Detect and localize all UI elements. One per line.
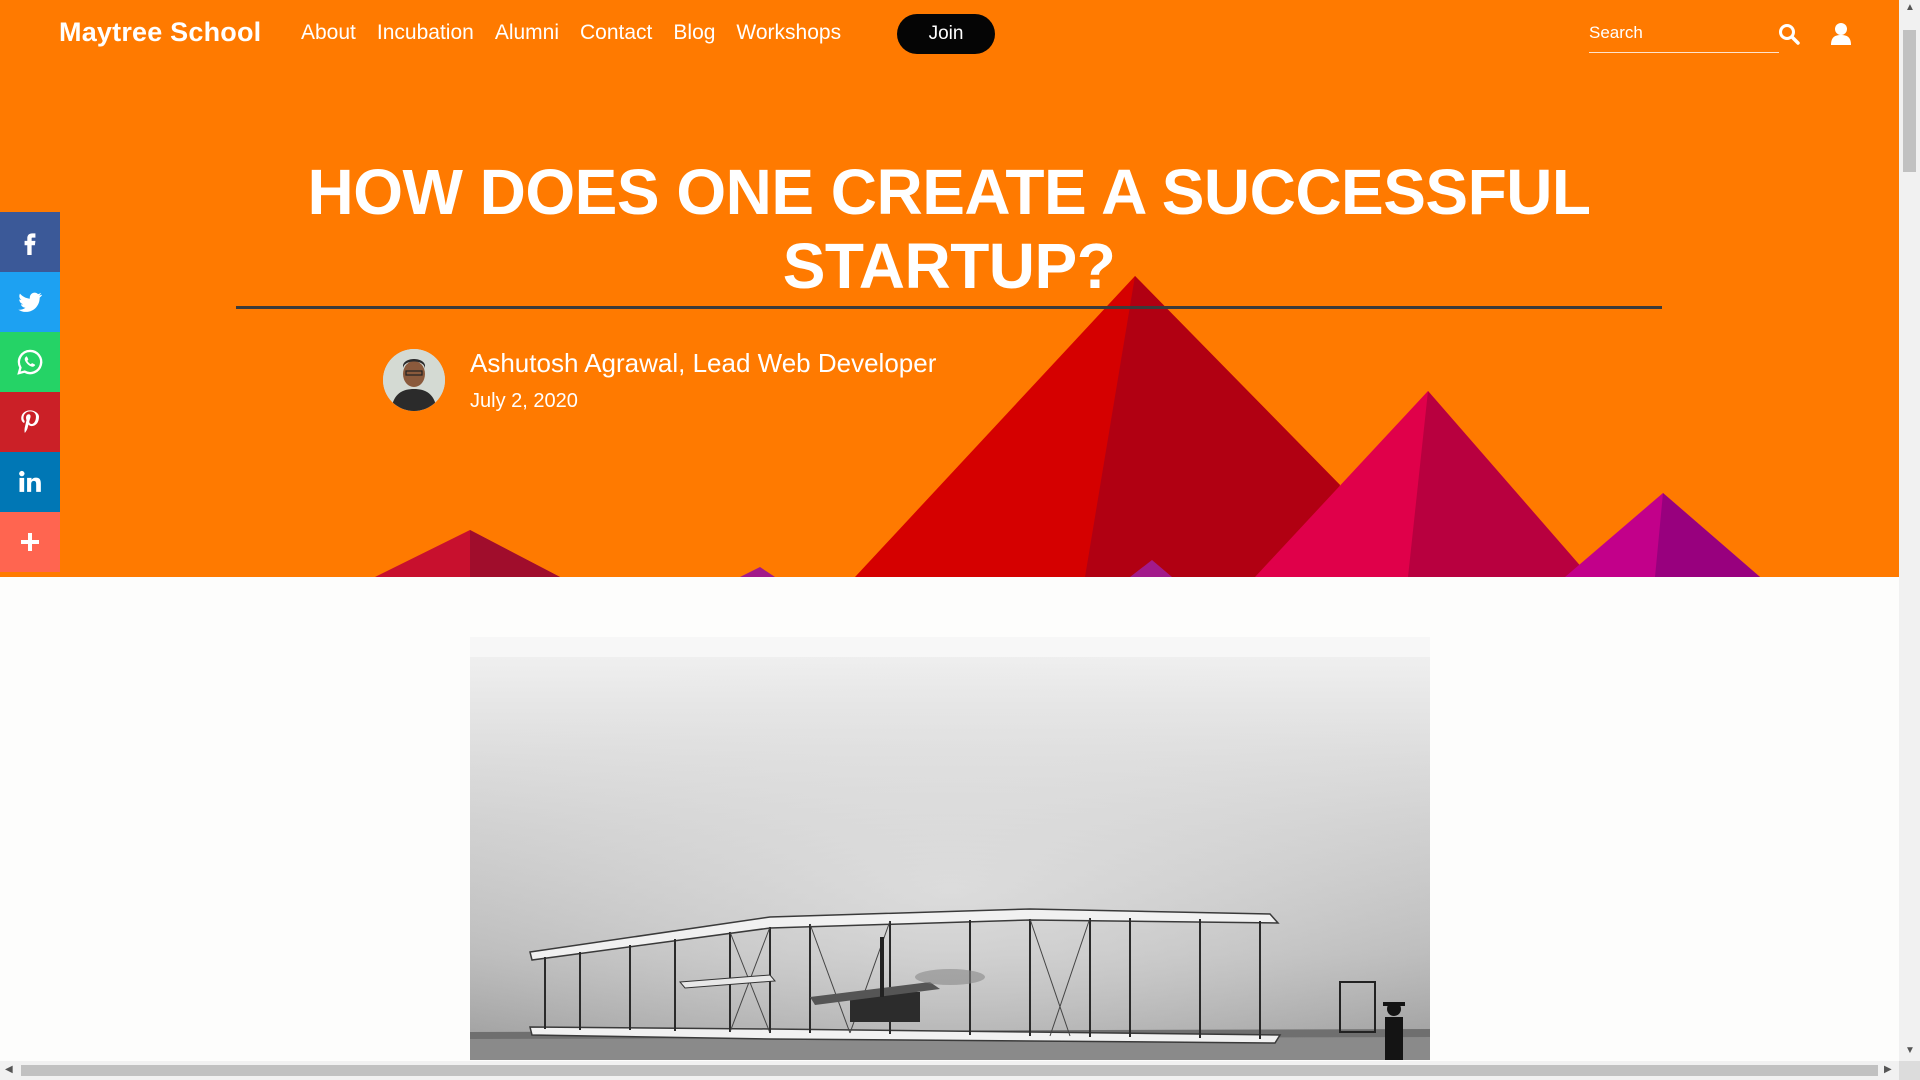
join-button[interactable]: Join <box>897 14 995 54</box>
nav-link-incubation[interactable]: Incubation <box>377 20 474 46</box>
pinterest-share-button[interactable] <box>0 392 60 452</box>
search-icon[interactable] <box>1777 22 1801 46</box>
twitter-icon <box>18 292 43 312</box>
scrollbar-corner <box>1899 1061 1920 1080</box>
author-avatar <box>383 349 445 411</box>
scroll-down-arrow[interactable]: ▼ <box>1905 1046 1915 1056</box>
nav-link-contact[interactable]: Contact <box>580 20 652 46</box>
horizontal-scrollbar[interactable]: ◀ ▶ <box>0 1061 1899 1080</box>
whatsapp-icon <box>17 349 43 375</box>
twitter-share-button[interactable] <box>0 272 60 332</box>
nav-link-blog[interactable]: Blog <box>673 20 715 46</box>
nav-link-about[interactable]: About <box>301 20 356 46</box>
social-share-bar <box>0 212 60 572</box>
linkedin-share-button[interactable] <box>0 452 60 512</box>
facebook-icon <box>24 233 36 255</box>
whatsapp-share-button[interactable] <box>0 332 60 392</box>
nav-links: About Incubation Alumni Contact Blog Wor… <box>301 20 862 46</box>
horizontal-scroll-thumb[interactable] <box>21 1065 1878 1076</box>
pinterest-icon <box>21 410 40 433</box>
article-featured-image <box>470 637 1430 1060</box>
post-title: HOW DOES ONE CREATE A SUCCESSFUL STARTUP… <box>307 156 1591 302</box>
scroll-up-arrow[interactable]: ▲ <box>1905 3 1915 13</box>
plus-icon <box>21 533 39 551</box>
site-logo[interactable]: Maytree School <box>59 17 261 48</box>
more-share-button[interactable] <box>0 512 60 572</box>
vertical-scrollbar[interactable]: ▲ ▼ <box>1899 0 1920 1061</box>
nav-link-alumni[interactable]: Alumni <box>495 20 559 46</box>
scroll-right-arrow[interactable]: ▶ <box>1884 1065 1892 1075</box>
search-input[interactable] <box>1589 18 1779 48</box>
linkedin-icon <box>19 470 41 492</box>
user-icon[interactable] <box>1830 22 1852 46</box>
post-date: July 2, 2020 <box>470 390 578 412</box>
search-box <box>1589 18 1779 53</box>
top-navigation: Maytree School About Incubation Alumni C… <box>0 0 1899 68</box>
hero-banner: Maytree School About Incubation Alumni C… <box>0 0 1899 577</box>
wright-flyer-photo <box>470 637 1430 1060</box>
vertical-scroll-thumb[interactable] <box>1903 30 1916 172</box>
scroll-left-arrow[interactable]: ◀ <box>5 1065 13 1075</box>
facebook-share-button[interactable] <box>0 212 60 272</box>
title-divider <box>236 306 1662 309</box>
author-name[interactable]: Ashutosh Agrawal, Lead Web Developer <box>470 348 936 379</box>
nav-link-workshops[interactable]: Workshops <box>736 20 841 46</box>
